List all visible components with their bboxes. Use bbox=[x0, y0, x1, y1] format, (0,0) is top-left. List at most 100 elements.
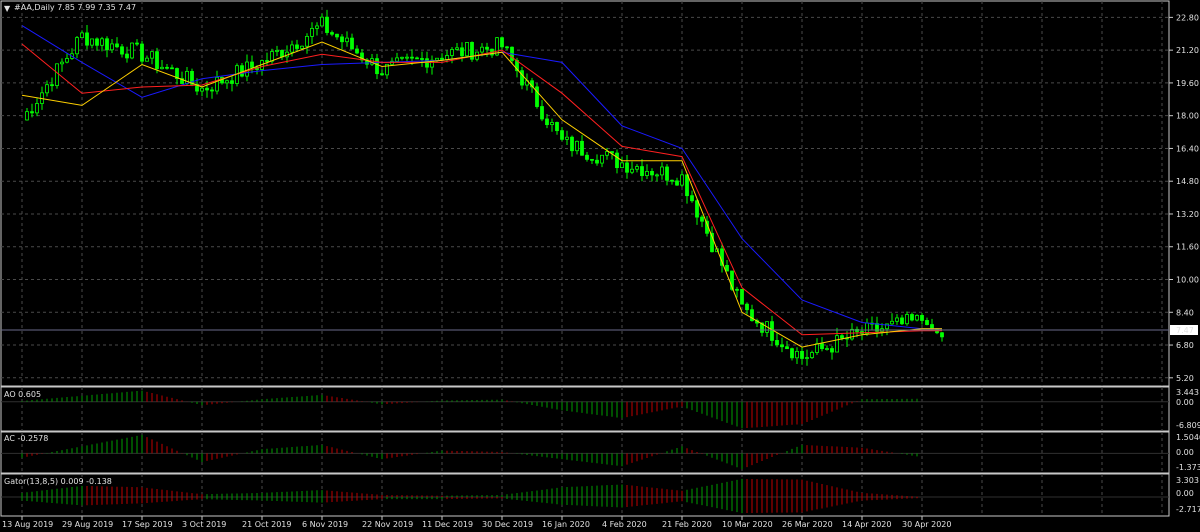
candle-bull bbox=[305, 36, 309, 47]
price-label: 16.40 bbox=[1176, 144, 1199, 153]
time-label: 16 Jan 2020 bbox=[542, 520, 590, 529]
candle-bear bbox=[540, 106, 544, 120]
candle-bear bbox=[640, 166, 644, 176]
candle-bull bbox=[645, 171, 649, 176]
candle-bull bbox=[395, 57, 399, 62]
candle-bear bbox=[685, 174, 689, 197]
price-label: 6.80 bbox=[1176, 341, 1194, 350]
ac-title: AC -0.2578 bbox=[4, 434, 48, 443]
candle-bear bbox=[920, 315, 924, 321]
candle-bull bbox=[865, 322, 869, 334]
candle-bull bbox=[465, 42, 469, 57]
candle-bull bbox=[450, 49, 454, 56]
price-label: 13.20 bbox=[1176, 210, 1199, 219]
ac-tick-bottom: -1.3736 bbox=[1176, 463, 1200, 472]
candle-bear bbox=[725, 264, 729, 272]
menu-arrow-icon[interactable]: ▼ bbox=[4, 4, 11, 13]
candle-bear bbox=[545, 118, 549, 126]
candle-bear bbox=[770, 321, 774, 341]
candle-bear bbox=[440, 57, 444, 60]
time-label: 14 Apr 2020 bbox=[842, 520, 891, 529]
candle-bear bbox=[615, 152, 619, 169]
candle-bear bbox=[380, 73, 384, 76]
candle-bear bbox=[240, 65, 244, 77]
candle-bull bbox=[35, 103, 39, 114]
ao-panel[interactable] bbox=[0, 386, 1170, 432]
candle-bull bbox=[445, 55, 449, 60]
candle-bear bbox=[820, 343, 824, 350]
candle-bull bbox=[660, 166, 664, 176]
candle-bear bbox=[740, 288, 744, 305]
candle-bear bbox=[425, 58, 429, 68]
candle-bear bbox=[690, 195, 694, 202]
candle-bull bbox=[145, 57, 149, 62]
ac-tick-zero: 0.00 bbox=[1176, 448, 1194, 457]
candle-bear bbox=[775, 340, 779, 346]
candle-bull bbox=[160, 66, 164, 70]
price-label: 18.00 bbox=[1176, 112, 1199, 121]
candle-bear bbox=[375, 58, 379, 75]
candle-bull bbox=[310, 27, 314, 37]
candle-bull bbox=[825, 348, 829, 350]
candle-bull bbox=[80, 32, 84, 39]
gator-title: Gator(13,8,5) 0.009 -0.138 bbox=[4, 477, 112, 486]
gator-panel[interactable] bbox=[0, 473, 1170, 517]
candle-bear bbox=[665, 166, 669, 181]
candle-bear bbox=[585, 154, 589, 160]
candle-bear bbox=[675, 180, 679, 186]
candle-bear bbox=[420, 58, 424, 60]
ao-tick-bottom: -6.809 bbox=[1176, 421, 1200, 430]
candle-bear bbox=[560, 130, 564, 140]
candle-bull bbox=[565, 136, 569, 140]
candle-bull bbox=[905, 314, 909, 325]
candle-bear bbox=[790, 348, 794, 359]
candle-bear bbox=[695, 200, 699, 218]
time-label: 3 Oct 2019 bbox=[182, 520, 226, 529]
candle-bull bbox=[605, 151, 609, 156]
time-label: 30 Apr 2020 bbox=[902, 520, 951, 529]
candle-bull bbox=[275, 50, 279, 52]
ao-tick-top: 3.443 bbox=[1176, 388, 1199, 397]
candle-bull bbox=[915, 315, 919, 321]
time-label: 21 Oct 2019 bbox=[242, 520, 291, 529]
candle-bear bbox=[670, 179, 674, 182]
gator-tick-bottom: -2.717 bbox=[1176, 505, 1200, 514]
price-label: 14.80 bbox=[1176, 177, 1199, 186]
time-label: 11 Dec 2019 bbox=[422, 520, 473, 529]
time-label: 17 Sep 2019 bbox=[122, 520, 173, 529]
time-label: 21 Feb 2020 bbox=[662, 520, 712, 529]
candle-bear bbox=[50, 84, 54, 87]
main-price-panel[interactable] bbox=[0, 0, 1170, 387]
time-axis: 13 Aug 2019 29 Aug 2019 17 Sep 2019 3 Oct 2… bbox=[2, 516, 951, 529]
ac-panel[interactable] bbox=[0, 431, 1170, 474]
current-price-value: 7.47 bbox=[1176, 326, 1194, 335]
candle-bear bbox=[800, 350, 804, 359]
candle-bear bbox=[170, 67, 174, 70]
candle-bull bbox=[60, 61, 64, 65]
candle-bull bbox=[810, 352, 814, 358]
candle-bull bbox=[200, 87, 204, 92]
candle-bull bbox=[245, 61, 249, 77]
candle-bear bbox=[785, 346, 789, 350]
candle-bull bbox=[600, 154, 604, 164]
candle-bear bbox=[230, 80, 234, 84]
candle-bull bbox=[25, 111, 29, 121]
candle-bear bbox=[910, 314, 914, 321]
candle-bear bbox=[280, 50, 284, 58]
candle-bear bbox=[840, 335, 844, 339]
candle-bear bbox=[265, 60, 269, 62]
candle-bear bbox=[330, 32, 334, 35]
candle-bear bbox=[780, 344, 784, 348]
candle-bear bbox=[295, 44, 299, 49]
candle-bull bbox=[890, 320, 894, 325]
candle-bull bbox=[110, 43, 114, 51]
candle-bull bbox=[320, 16, 324, 27]
candle-bear bbox=[165, 66, 169, 69]
candle-bear bbox=[155, 51, 159, 70]
trading-chart: ▼ #AA,Daily 7.85 7.99 7.35 7.47 AO 0.605… bbox=[0, 0, 1200, 529]
ac-tick-top: 1.5046 bbox=[1176, 433, 1200, 442]
price-label: 5.20 bbox=[1176, 374, 1194, 383]
time-label: 13 Aug 2019 bbox=[2, 520, 53, 529]
candle-bear bbox=[925, 320, 929, 325]
candle-bull bbox=[345, 37, 349, 43]
